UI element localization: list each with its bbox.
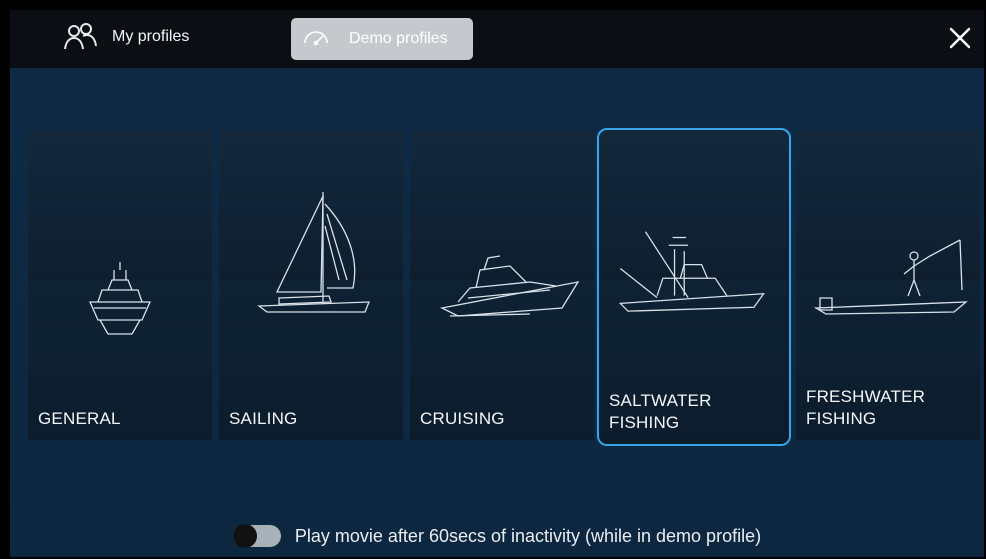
profile-card-sailing[interactable]: SAILING xyxy=(219,130,403,440)
cruiser-icon xyxy=(439,255,580,317)
profiles-panel: GENERAL SAILING CRUISING SALTWATER FISHI… xyxy=(10,68,984,557)
profile-card-saltwater-fishing[interactable]: SALTWATER FISHING xyxy=(597,128,791,446)
profile-card-freshwater-fishing[interactable]: FRESHWATER FISHING xyxy=(796,130,980,440)
toggle-knob xyxy=(232,524,257,548)
demo-dial-icon xyxy=(301,24,331,54)
profile-label: SAILING xyxy=(229,409,298,428)
tab-my-profiles[interactable]: My profiles xyxy=(62,15,189,59)
profile-label: SALTWATER FISHING xyxy=(609,391,712,432)
profile-label: FRESHWATER FISHING xyxy=(806,387,926,428)
profile-card-cruising[interactable]: CRUISING xyxy=(410,130,594,440)
profile-label: CRUISING xyxy=(420,409,505,428)
close-button[interactable] xyxy=(942,20,978,56)
sailboat-icon xyxy=(257,192,370,313)
profile-cards: GENERAL SAILING CRUISING SALTWATER FISHI… xyxy=(28,128,980,510)
tab-demo-profiles[interactable]: Demo profiles xyxy=(291,18,473,60)
motor-yacht-icon xyxy=(88,262,152,335)
profile-label: GENERAL xyxy=(38,409,121,428)
tab-my-profiles-label: My profiles xyxy=(112,28,190,45)
play-movie-toggle[interactable] xyxy=(232,524,281,548)
profile-card-general[interactable]: GENERAL xyxy=(28,130,212,440)
play-movie-label: Play movie after 60secs of inactivity (w… xyxy=(294,525,762,546)
tab-demo-profiles-label: Demo profiles xyxy=(349,30,448,47)
movie-setting-row: Play movie after 60secs of inactivity (w… xyxy=(10,518,984,554)
demo-profiles-screen: My profiles Demo profiles GENERAL SAILIN… xyxy=(0,0,986,559)
header-bar: My profiles Demo profiles xyxy=(10,10,984,68)
users-icon xyxy=(62,22,98,52)
close-icon xyxy=(949,27,971,49)
